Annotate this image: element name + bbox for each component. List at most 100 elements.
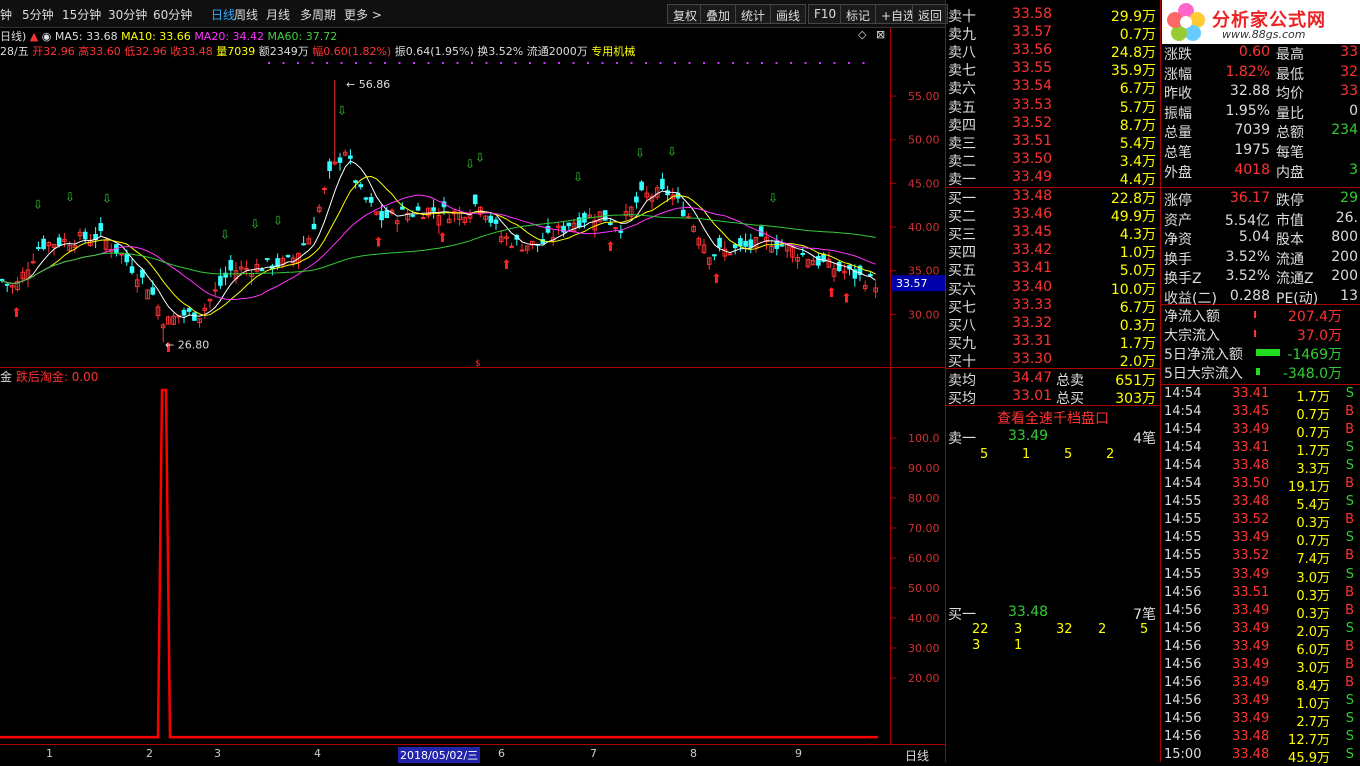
stat-row: 换手Z 3.52% 流通Z 200: [1162, 268, 1360, 288]
buy-level-price: 33.40: [1012, 278, 1053, 295]
candle-body: [384, 210, 390, 219]
stat-label: 总笔: [1164, 145, 1192, 161]
buy-level-volume: 2.0万: [1119, 353, 1156, 370]
sell-signal-icon: ⇩: [65, 190, 75, 204]
buy-level-row[interactable]: 买六 33.40 10.0万: [946, 278, 1160, 298]
sell-signal-icon: ⇩: [337, 103, 347, 117]
period-tab-3[interactable]: 30分钟: [108, 6, 147, 23]
period-tab-6[interactable]: 周线: [234, 6, 258, 23]
event-dot: [340, 62, 343, 64]
tick-volume: 3.0万: [1296, 660, 1330, 676]
tick-row: 14:56 33.49 8.4万 B: [1162, 674, 1360, 694]
sell-level-label: 卖七: [948, 63, 976, 80]
tick-row: 14:56 33.49 2.0万 S: [1162, 621, 1360, 640]
sell-level-row[interactable]: 卖十 33.58 29.9万: [946, 6, 1160, 25]
flow-bar: [1256, 368, 1260, 375]
sell-level-row[interactable]: 卖二 33.50 3.4万: [946, 151, 1160, 170]
candle-body: [665, 190, 670, 196]
tick-time: 14:56: [1164, 638, 1202, 654]
stat-value: 7039: [1234, 122, 1270, 139]
candle-body: [868, 274, 873, 277]
buy-level-row[interactable]: 买十 33.30 2.0万: [946, 351, 1160, 370]
period-tab-8[interactable]: 多周期: [300, 6, 336, 23]
buy-level-row[interactable]: 买三 33.45 4.3万: [946, 224, 1160, 243]
stat-label: 振幅: [1164, 105, 1192, 122]
sell-level-volume: 35.9万: [1110, 63, 1156, 80]
sell-level-price: 33.54: [1012, 78, 1053, 95]
candle-body: [98, 223, 104, 232]
buy-level-row[interactable]: 买五 33.41 5.0万: [946, 260, 1160, 279]
sell-level-volume: 0.7万: [1119, 27, 1156, 44]
price-tick: 55.00: [908, 90, 940, 103]
toolbar-button-0[interactable]: 复权: [667, 4, 704, 24]
candle-body: [472, 194, 478, 205]
buy-level-row[interactable]: 买二 33.46 49.9万: [946, 206, 1160, 225]
level2-orderbook-button[interactable]: 查看全速千档盘口: [946, 408, 1160, 428]
tick-volume: 0.3万: [1296, 606, 1330, 622]
buy-signal-icon: ⬆: [605, 240, 616, 255]
sell-level-row[interactable]: 卖六 33.54 6.7万: [946, 78, 1160, 97]
sell-average-label: 卖均: [948, 373, 976, 389]
toolbar-button-7[interactable]: 返回: [912, 4, 949, 24]
settings-icon[interactable]: ◉: [42, 30, 52, 43]
toolbar-button-5[interactable]: 标记: [840, 4, 877, 24]
candle-body: [732, 244, 738, 249]
period-tab-4[interactable]: 60分钟: [153, 6, 192, 23]
buy-level-row[interactable]: 买九 33.31 1.7万: [946, 333, 1160, 352]
sell-level-price: 33.57: [1012, 24, 1053, 41]
sell-level-row[interactable]: 卖一 33.49 4.4万: [946, 169, 1160, 188]
period-tab-9[interactable]: 更多 >: [344, 6, 382, 23]
stat-label: 最低: [1276, 66, 1304, 83]
period-tab-1[interactable]: 5分钟: [22, 6, 54, 23]
sell-signal-icon: ⇩: [768, 191, 778, 205]
buy1-order: 22: [972, 622, 989, 637]
sell-level-price: 33.56: [1012, 42, 1053, 59]
event-dot: [761, 62, 763, 64]
tick-time: 14:56: [1164, 728, 1202, 744]
close-icon[interactable]: ⊠: [876, 28, 885, 41]
period-tab-0[interactable]: 钟: [0, 6, 12, 23]
event-dot: [326, 62, 328, 64]
sell-signal-icon: ⇩: [573, 170, 583, 184]
toolbar-button-3[interactable]: 画线: [770, 4, 807, 24]
buy-total-label: 总买: [1056, 391, 1084, 407]
toolbar-button-1[interactable]: 叠加: [700, 4, 737, 24]
buy-level-row[interactable]: 买四 33.42 1.0万: [946, 242, 1160, 261]
sell-level-row[interactable]: 卖四 33.52 8.7万: [946, 115, 1160, 134]
period-tab-7[interactable]: 月线: [266, 6, 290, 23]
tick-volume: 45.9万: [1288, 751, 1330, 766]
tick-time: 14:54: [1164, 458, 1202, 474]
buy-signal-icon: ⬆: [826, 286, 837, 301]
candle-body: [680, 209, 686, 217]
stat-label: 总量: [1164, 125, 1192, 142]
buy-level-price: 33.33: [1012, 296, 1053, 313]
sell-level-row[interactable]: 卖七 33.55 35.9万: [946, 60, 1160, 80]
buy-level-row[interactable]: 买七 33.33 6.7万: [946, 296, 1160, 316]
toolbar-button-2[interactable]: 统计: [735, 4, 772, 24]
sell-level-row[interactable]: 卖九 33.57 0.7万: [946, 24, 1160, 44]
kline-chart[interactable]: 55.0050.0045.0040.0035.0030.00⇩⇩ ⇩⇩⇩ ⇩⇩⇩ ⇩⇩…: [0, 58, 946, 368]
buy-level-label: 买六: [948, 281, 976, 298]
sell-level-price: 33.55: [1012, 60, 1053, 77]
ma60-value: MA60: 37.72: [267, 30, 338, 43]
sell-level-row[interactable]: 卖八 33.56 24.8万: [946, 42, 1160, 61]
tick-time: 14:56: [1164, 674, 1202, 690]
buy-level-row[interactable]: 买一 33.48 22.8万: [946, 188, 1160, 207]
buy-total-value: 303万: [1115, 391, 1156, 407]
sell-level-row[interactable]: 卖五 33.53 5.7万: [946, 97, 1160, 116]
tick-volume: 3.0万: [1296, 570, 1330, 586]
flow-bar: [1254, 311, 1256, 318]
buy-level-row[interactable]: 买八 33.32 0.3万: [946, 315, 1160, 334]
diamond-icon[interactable]: ◇: [858, 28, 866, 41]
event-dot: [616, 62, 618, 64]
indicator-tick: 100.0: [908, 432, 940, 445]
toolbar-button-4[interactable]: F10: [808, 4, 843, 24]
indicator-chart[interactable]: 100.0 90.00 80.00 70.00 60.00 50.00 40.00 30.00…: [0, 368, 946, 744]
stat-row: 换手 3.52% 流通 200: [1162, 249, 1360, 269]
flow-label: 净流入额: [1164, 309, 1220, 325]
sell-level-row[interactable]: 卖三 33.51 5.4万: [946, 133, 1160, 152]
period-tab-2[interactable]: 15分钟: [62, 6, 101, 23]
candle-body: [4, 283, 10, 286]
tick-side: B: [1345, 602, 1354, 618]
period-tab-5[interactable]: 日线: [211, 6, 235, 23]
